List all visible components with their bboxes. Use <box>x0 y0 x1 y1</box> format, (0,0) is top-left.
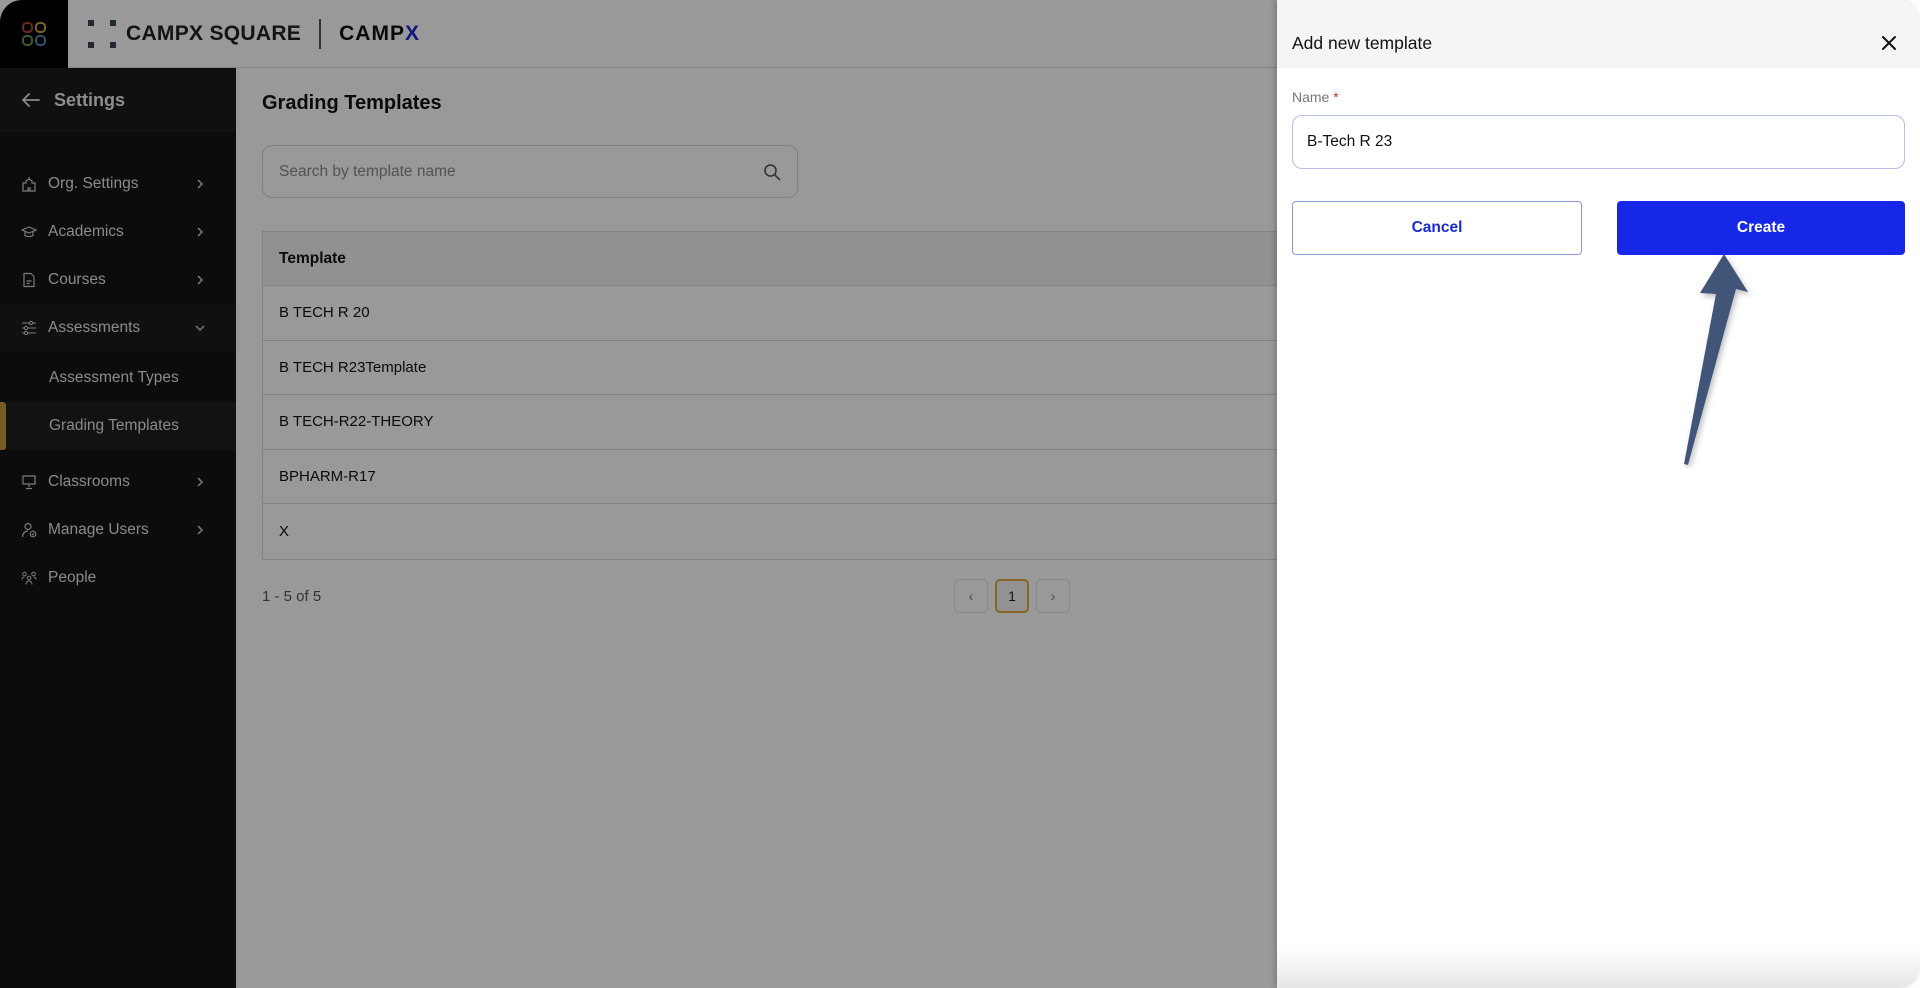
modal-backdrop[interactable] <box>0 0 1277 988</box>
add-template-drawer: Add new template Name * Cancel Create <box>1277 0 1920 988</box>
drawer-bottom-fade <box>1277 948 1920 988</box>
cancel-button[interactable]: Cancel <box>1292 201 1582 255</box>
name-field-label: Name * <box>1292 89 1339 105</box>
name-input[interactable] <box>1292 115 1905 169</box>
close-button[interactable] <box>1878 32 1900 54</box>
close-icon <box>1882 36 1896 50</box>
create-button[interactable]: Create <box>1617 201 1905 255</box>
drawer-title: Add new template <box>1292 32 1433 53</box>
drawer-header: Add new template <box>1277 0 1920 68</box>
app: CAMPX SQUARE CAMPX Settings Org. Setting… <box>0 0 1920 988</box>
required-marker: * <box>1333 89 1339 105</box>
annotation-arrow-icon <box>1684 254 1748 465</box>
name-label-text: Name <box>1292 89 1330 105</box>
